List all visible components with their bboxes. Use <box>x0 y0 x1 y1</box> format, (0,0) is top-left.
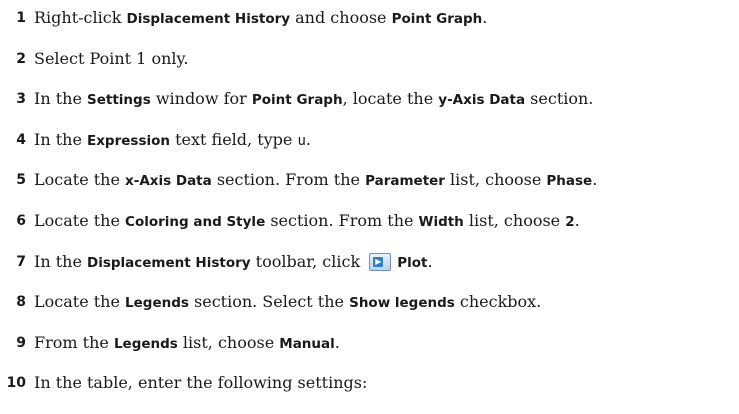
ui-term: Settings <box>87 92 151 109</box>
step-text: In the Displacement History toolbar, cli… <box>34 251 433 271</box>
step-number: 10 <box>6 375 26 392</box>
step-number: 4 <box>16 131 26 148</box>
ui-term: Legends <box>113 335 178 352</box>
ui-term: y-Axis Data <box>438 92 526 109</box>
step-8: 8 Locate the Legends section. Select the… <box>0 290 739 331</box>
ui-term: Displacement History <box>126 11 291 27</box>
step-7: 7 In the Displacement History toolbar, c… <box>0 250 739 291</box>
step-number: 7 <box>16 253 26 270</box>
ui-term: Expression <box>87 132 170 149</box>
step-number: 6 <box>16 212 26 229</box>
step-number: 1 <box>16 10 26 26</box>
ui-term: 2 <box>565 213 575 230</box>
ui-term: Displacement History <box>87 254 251 271</box>
step-1: 1 Right-click Displacement History and c… <box>0 6 739 47</box>
step-text: Right-click Displacement History and cho… <box>34 8 488 27</box>
step-number: 5 <box>16 172 26 189</box>
ui-term: Plot <box>397 254 428 271</box>
plot-icon: ▶ <box>369 252 392 271</box>
ui-term: Parameter <box>365 173 445 190</box>
ui-term: Point Graph <box>391 11 483 27</box>
ui-term: Phase <box>546 173 593 190</box>
step-text: Select Point 1 only. <box>34 48 189 68</box>
step-number: 8 <box>16 294 26 311</box>
step-number: 9 <box>16 334 26 351</box>
step-text: In the Settings window for Point Graph, … <box>34 89 594 109</box>
step-text: In the Expression text field, type u. <box>34 129 311 149</box>
step-number: 2 <box>16 50 26 67</box>
ui-term: Point Graph <box>251 92 343 109</box>
step-4: 4 In the Expression text field, type u. <box>0 128 739 169</box>
step-text: Locate the Legends section. Select the S… <box>34 292 542 312</box>
step-10: 10 In the table, enter the following set… <box>0 371 739 412</box>
ui-term: Show legends <box>349 295 455 312</box>
code-text: u <box>297 132 306 149</box>
step-3: 3 In the Settings window for Point Graph… <box>0 87 739 128</box>
step-5: 5 Locate the x-Axis Data section. From t… <box>0 168 739 209</box>
ui-term: Coloring and Style <box>125 213 266 230</box>
step-text: Locate the x-Axis Data section. From the… <box>34 170 598 190</box>
ui-term: x-Axis Data <box>125 173 212 190</box>
step-text: From the Legends list, choose Manual. <box>34 332 340 352</box>
instruction-list: 1 Right-click Displacement History and c… <box>0 0 739 412</box>
step-text: Locate the Coloring and Style section. F… <box>34 210 580 230</box>
ui-term: Manual <box>279 335 335 352</box>
step-text: In the table, enter the following settin… <box>34 373 368 393</box>
step-6: 6 Locate the Coloring and Style section.… <box>0 209 739 250</box>
step-number: 3 <box>16 91 26 108</box>
step-9: 9 From the Legends list, choose Manual. <box>0 331 739 372</box>
ui-term: Width <box>418 213 464 230</box>
ui-term: Legends <box>125 295 189 312</box>
step-2: 2 Select Point 1 only. <box>0 47 739 88</box>
